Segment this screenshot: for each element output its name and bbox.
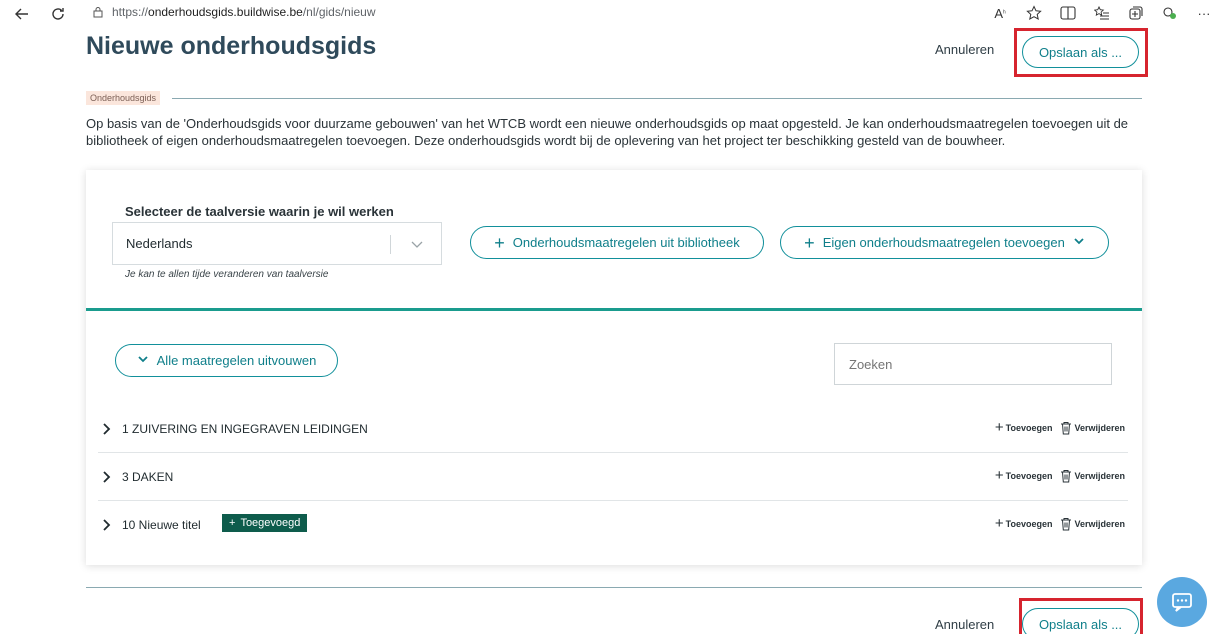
card-divider xyxy=(86,308,1142,311)
save-as-button[interactable]: Opslaan als ... xyxy=(1022,36,1139,68)
plus-icon: + xyxy=(804,232,815,253)
trash-icon xyxy=(1061,517,1072,530)
add-button[interactable]: + Toevoegen xyxy=(995,420,1053,435)
favorite-icon[interactable] xyxy=(1025,4,1043,22)
add-from-library-button[interactable]: + Onderhoudsmaatregelen uit bibliotheek xyxy=(470,226,764,259)
plus-icon: + xyxy=(994,419,1004,436)
add-button[interactable]: + Toevoegen xyxy=(995,468,1053,483)
back-icon[interactable] xyxy=(12,4,32,24)
extension-icon[interactable] xyxy=(1161,4,1179,22)
footer-divider xyxy=(86,587,1142,588)
more-icon[interactable]: ··· xyxy=(1195,4,1213,22)
section-divider xyxy=(172,98,1142,99)
page-title: Nieuwe onderhoudsgids xyxy=(86,32,377,60)
split-screen-icon[interactable] xyxy=(1059,4,1077,22)
chevron-down-icon xyxy=(1073,235,1085,250)
plus-icon: + xyxy=(494,232,505,253)
url-text: https://onderhoudsgids.buildwise.be/nl/g… xyxy=(112,5,376,19)
added-badge-label: Toegevoegd xyxy=(240,517,301,529)
intro-text: Op basis van de 'Onderhoudsgids voor duu… xyxy=(86,116,1129,148)
search-input[interactable] xyxy=(834,343,1112,385)
language-select[interactable]: Nederlands xyxy=(112,222,442,265)
delete-button[interactable]: Verwijderen xyxy=(1060,469,1125,483)
expand-all-label: Alle maatregelen uitvouwen xyxy=(156,353,317,368)
plus-icon: + xyxy=(229,517,236,529)
chevron-right-icon[interactable] xyxy=(102,518,114,532)
url-prefix: https:// xyxy=(112,5,149,19)
add-label: Toevoegen xyxy=(1005,518,1053,529)
cancel-link[interactable]: Annuleren xyxy=(935,42,994,57)
row-actions: + Toevoegen Verwijderen xyxy=(995,468,1125,483)
chat-button[interactable] xyxy=(1157,577,1207,627)
list-item[interactable]: 10 Nieuwe titel + Toegevoegd + Toevoegen … xyxy=(98,503,1128,549)
chevron-right-icon[interactable] xyxy=(102,422,114,436)
list-item[interactable]: 3 DAKEN + Toevoegen Verwijderen xyxy=(98,455,1128,501)
add-label: Toevoegen xyxy=(1005,422,1053,433)
guide-card: Selecteer de taalversie waarin je wil we… xyxy=(86,170,1142,565)
lock-icon xyxy=(92,6,104,18)
save-as-button-bottom[interactable]: Opslaan als ... xyxy=(1022,608,1139,634)
refresh-icon[interactable] xyxy=(48,4,68,24)
chat-icon xyxy=(1172,593,1192,612)
url-host: onderhoudsgids.buildwise.be xyxy=(148,5,303,19)
language-label: Selecteer de taalversie waarin je wil we… xyxy=(125,204,394,219)
list-item-title: 3 DAKEN xyxy=(122,470,174,484)
language-hint: Je kan te allen tijde veranderen van taa… xyxy=(125,269,329,280)
add-from-library-label: Onderhoudsmaatregelen uit bibliotheek xyxy=(512,235,740,250)
language-value: Nederlands xyxy=(126,236,193,251)
chevron-down-icon xyxy=(137,353,149,368)
cancel-link-bottom[interactable]: Annuleren xyxy=(935,617,994,632)
browser-tools: Aʰ ··· xyxy=(991,4,1213,22)
favorites-list-icon[interactable] xyxy=(1093,4,1111,22)
select-separator xyxy=(390,235,391,254)
plus-icon: + xyxy=(994,467,1004,484)
list-item[interactable]: 1 ZUIVERING EN INGEGRAVEN LEIDINGEN + Toe… xyxy=(98,407,1128,453)
plus-icon: + xyxy=(994,515,1004,532)
section-tag: Onderhoudsgids xyxy=(86,91,161,105)
address-bar[interactable]: https://onderhoudsgids.buildwise.be/nl/g… xyxy=(92,5,376,19)
list-item-title: 10 Nieuwe titel xyxy=(122,518,201,532)
chevron-right-icon[interactable] xyxy=(102,470,114,484)
expand-all-button[interactable]: Alle maatregelen uitvouwen xyxy=(115,344,338,377)
add-own-measures-button[interactable]: + Eigen onderhoudsmaatregelen toevoegen xyxy=(780,226,1109,259)
added-badge: + Toegevoegd xyxy=(222,514,308,532)
browser-toolbar: https://onderhoudsgids.buildwise.be/nl/g… xyxy=(0,0,1223,28)
add-own-measures-label: Eigen onderhoudsmaatregelen toevoegen xyxy=(822,235,1065,250)
read-aloud-icon[interactable]: Aʰ xyxy=(991,4,1009,22)
trash-icon xyxy=(1061,469,1072,482)
delete-label: Verwijderen xyxy=(1074,518,1125,529)
collections-icon[interactable] xyxy=(1127,4,1145,22)
url-path: /nl/gids/nieuw xyxy=(302,5,376,19)
row-actions: + Toevoegen Verwijderen xyxy=(995,420,1125,435)
list-item-title: 1 ZUIVERING EN INGEGRAVEN LEIDINGEN xyxy=(122,422,368,436)
delete-button[interactable]: Verwijderen xyxy=(1060,421,1125,435)
chevron-down-icon[interactable] xyxy=(410,237,424,251)
row-actions: + Toevoegen Verwijderen xyxy=(995,516,1125,531)
trash-icon xyxy=(1061,421,1072,434)
delete-button[interactable]: Verwijderen xyxy=(1060,517,1125,531)
add-button[interactable]: + Toevoegen xyxy=(995,516,1053,531)
add-label: Toevoegen xyxy=(1005,470,1053,481)
delete-label: Verwijderen xyxy=(1074,422,1125,433)
delete-label: Verwijderen xyxy=(1074,470,1125,481)
